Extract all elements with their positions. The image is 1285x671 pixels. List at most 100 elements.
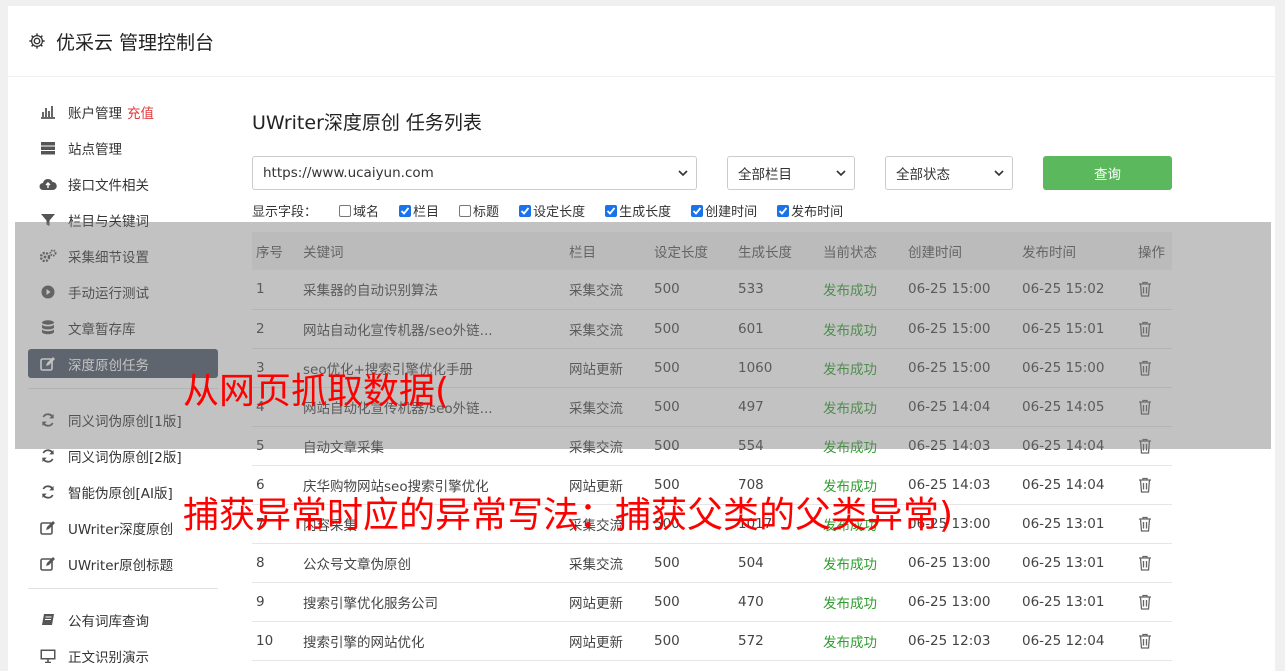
status-select[interactable]: 全部状态 xyxy=(885,156,1013,190)
table-cell: 500 xyxy=(650,582,734,622)
field-checkbox-label: 标题 xyxy=(473,205,500,220)
sidebar-item-站点管理[interactable]: 站点管理 xyxy=(28,133,218,162)
site-select-value: https://www.ucaiyun.com xyxy=(263,165,434,181)
refresh-icon xyxy=(38,412,58,428)
edit-icon xyxy=(38,356,58,372)
table-cell: 发布成功 xyxy=(819,348,904,388)
sidebar-item-label: UWriter深度原创 xyxy=(68,521,174,538)
table-cell: 06-25 14:04 xyxy=(904,387,1018,427)
display-fields: 显示字段： 域名 栏目 标题 设定长度 生成长度 创建时间 发布时间 xyxy=(252,201,863,220)
sidebar-item-label: 深度原创任务 xyxy=(68,357,149,374)
trash-icon[interactable] xyxy=(1138,399,1152,415)
edit-icon xyxy=(38,520,58,536)
field-checkbox-发布时间[interactable]: 发布时间 xyxy=(777,201,843,220)
table-row: 5 自动文章采集 采集交流 500 554 发布成功 06-25 14:03 06-25 14… xyxy=(252,426,1172,466)
table-cell: 500 xyxy=(650,621,734,661)
column-header: 操作 xyxy=(1134,232,1172,270)
sidebar-item-label: 同义词伪原创[1版] xyxy=(68,413,182,430)
table-cell: 采集交流 xyxy=(565,309,650,349)
table-cell: 发布成功 xyxy=(819,387,904,427)
sidebar-item-正文识别演示[interactable]: 正文识别演示 xyxy=(28,641,218,670)
sidebar-item-采集细节设置[interactable]: 采集细节设置 xyxy=(28,241,218,270)
sidebar-item-同义词伪原创[2版][interactable]: 同义词伪原创[2版] xyxy=(28,441,218,470)
table-row: 10 搜索引擎的网站优化 网站更新 500 572 发布成功 06-25 12:03 06-2… xyxy=(252,621,1172,661)
table-cell: 网站自动化宣传机器/seo外链... xyxy=(299,309,565,349)
table-cell: 5 xyxy=(252,426,299,466)
monitor-icon xyxy=(38,648,58,664)
action-cell xyxy=(1134,309,1172,349)
table-cell: 06-25 14:04 xyxy=(1018,465,1134,505)
site-select[interactable]: https://www.ucaiyun.com xyxy=(252,156,697,190)
refresh-icon xyxy=(38,448,58,464)
field-checkbox-域名[interactable]: 域名 xyxy=(339,201,379,220)
filter-icon xyxy=(38,212,58,228)
trash-icon[interactable] xyxy=(1138,633,1152,649)
action-cell xyxy=(1134,543,1172,583)
table-cell: 500 xyxy=(650,387,734,427)
field-checkbox-label: 栏目 xyxy=(413,205,440,220)
field-checkbox-创建时间[interactable]: 创建时间 xyxy=(691,201,757,220)
table-cell: 发布成功 xyxy=(819,621,904,661)
action-cell xyxy=(1134,465,1172,505)
recharge-link[interactable]: 充值 xyxy=(127,102,154,122)
sidebar-item-接口文件相关[interactable]: 接口文件相关 xyxy=(28,169,218,198)
table-cell: 搜索引擎的网站优化 xyxy=(299,621,565,661)
overlay-line-2: 捕获异常时应的异常写法：捕获父类的父类异常) xyxy=(183,495,954,536)
table-cell: 497 xyxy=(734,387,819,427)
field-checkbox-标题[interactable]: 标题 xyxy=(459,201,499,220)
trash-icon[interactable] xyxy=(1138,516,1152,532)
field-checkbox-label: 发布时间 xyxy=(791,205,844,220)
table-cell: 572 xyxy=(734,621,819,661)
column-header: 序号 xyxy=(252,232,299,270)
trash-icon[interactable] xyxy=(1138,594,1152,610)
table-cell: 2 xyxy=(252,309,299,349)
trash-icon[interactable] xyxy=(1138,438,1152,454)
trash-icon[interactable] xyxy=(1138,555,1152,571)
field-checkbox-生成长度[interactable]: 生成长度 xyxy=(605,201,671,220)
sidebar-item-公有词库查询[interactable]: 公有词库查询 xyxy=(28,605,218,634)
table-cell: 504 xyxy=(734,543,819,583)
checkbox-checked-icon xyxy=(605,204,618,217)
sidebar-item-label: 同义词伪原创[2版] xyxy=(68,449,182,466)
chevron-down-icon xyxy=(836,170,846,177)
trash-icon[interactable] xyxy=(1138,360,1152,376)
trash-icon[interactable] xyxy=(1138,321,1152,337)
column-header: 创建时间 xyxy=(904,232,1018,270)
cloud-upload-icon xyxy=(38,176,58,192)
checkbox-checked-icon xyxy=(691,204,704,217)
server-icon xyxy=(38,140,58,156)
query-button[interactable]: 查询 xyxy=(1043,156,1172,190)
table-cell: 采集交流 xyxy=(565,543,650,583)
column-header: 生成长度 xyxy=(734,232,819,270)
table-cell: 06-25 15:02 xyxy=(1018,270,1134,310)
trash-icon[interactable] xyxy=(1138,477,1152,493)
column-select[interactable]: 全部栏目 xyxy=(727,156,855,190)
field-checkbox-栏目[interactable]: 栏目 xyxy=(399,201,439,220)
sidebar-item-label: 接口文件相关 xyxy=(68,177,149,194)
sidebar-item-UWriter原创标题[interactable]: UWriter原创标题 xyxy=(28,549,218,578)
table-cell: 06-25 15:00 xyxy=(1018,348,1134,388)
checkbox-checked-icon xyxy=(777,204,790,217)
trash-icon[interactable] xyxy=(1138,281,1152,297)
sidebar-item-栏目与关键词[interactable]: 栏目与关键词 xyxy=(28,205,218,234)
table-cell: 网站更新 xyxy=(565,348,650,388)
checkbox-unchecked-icon xyxy=(459,204,472,217)
column-header: 当前状态 xyxy=(819,232,904,270)
app-header: 优采云 管理控制台 xyxy=(8,6,1275,76)
field-checkbox-设定长度[interactable]: 设定长度 xyxy=(519,201,585,220)
sidebar-item-手动运行测试[interactable]: 手动运行测试 xyxy=(28,277,218,306)
table-cell: 06-25 13:00 xyxy=(904,582,1018,622)
action-cell xyxy=(1134,387,1172,427)
table-cell: 06-25 13:01 xyxy=(1018,582,1134,622)
table-cell: 1060 xyxy=(734,348,819,388)
chevron-down-icon xyxy=(678,170,688,177)
database-icon xyxy=(38,320,58,336)
app-title: 优采云 管理控制台 xyxy=(56,31,215,54)
table-cell: 06-25 15:00 xyxy=(904,348,1018,388)
sidebar-item-账户管理[interactable]: 账户管理 充值 xyxy=(28,97,218,126)
table-cell: 500 xyxy=(650,348,734,388)
sidebar-item-文章暂存库[interactable]: 文章暂存库 xyxy=(28,313,218,342)
table-cell: 601 xyxy=(734,309,819,349)
table-cell: 发布成功 xyxy=(819,309,904,349)
action-cell xyxy=(1134,504,1172,544)
